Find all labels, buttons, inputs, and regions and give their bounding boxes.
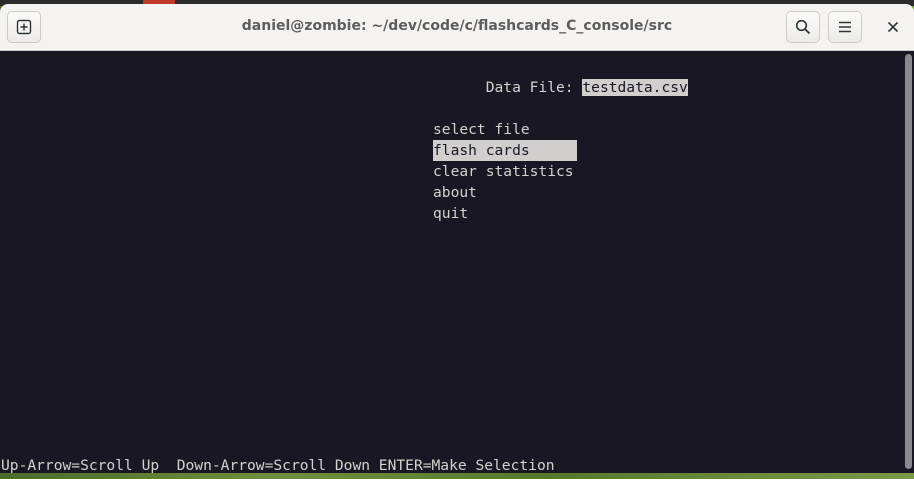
close-button[interactable] (878, 11, 908, 43)
close-icon (887, 21, 899, 33)
hamburger-menu-icon (839, 21, 851, 33)
search-button[interactable] (786, 11, 820, 43)
data-file-line: Data File: testdata.csv (433, 56, 688, 96)
titlebar: daniel@zombie: ~/dev/code/c/flashcards_C… (0, 4, 914, 51)
search-icon (795, 19, 811, 35)
status-line: Up-Arrow=Scroll Up Down-Arrow=Scroll Dow… (1, 457, 555, 473)
data-file-label: Data File: (485, 79, 583, 96)
window-title: daniel@zombie: ~/dev/code/c/flashcards_C… (241, 18, 673, 34)
data-file-value: testdata.csv (582, 79, 688, 96)
menu-item-about[interactable]: about (433, 182, 477, 203)
terminal-area[interactable]: Data File: testdata.csv select file flas… (0, 52, 902, 473)
menu-item-quit[interactable]: quit (433, 203, 468, 224)
terminal-window: daniel@zombie: ~/dev/code/c/flashcards_C… (0, 4, 914, 473)
scrollbar-thumb[interactable] (905, 54, 912, 469)
terminal-scrollbar[interactable] (902, 52, 914, 473)
menu-button[interactable] (828, 11, 862, 43)
menu-item-clear-statistics[interactable]: clear statistics (433, 161, 574, 182)
menu-item-select-file[interactable]: select file (433, 119, 530, 140)
menu-item-flash-cards[interactable]: flash cards (433, 140, 577, 161)
